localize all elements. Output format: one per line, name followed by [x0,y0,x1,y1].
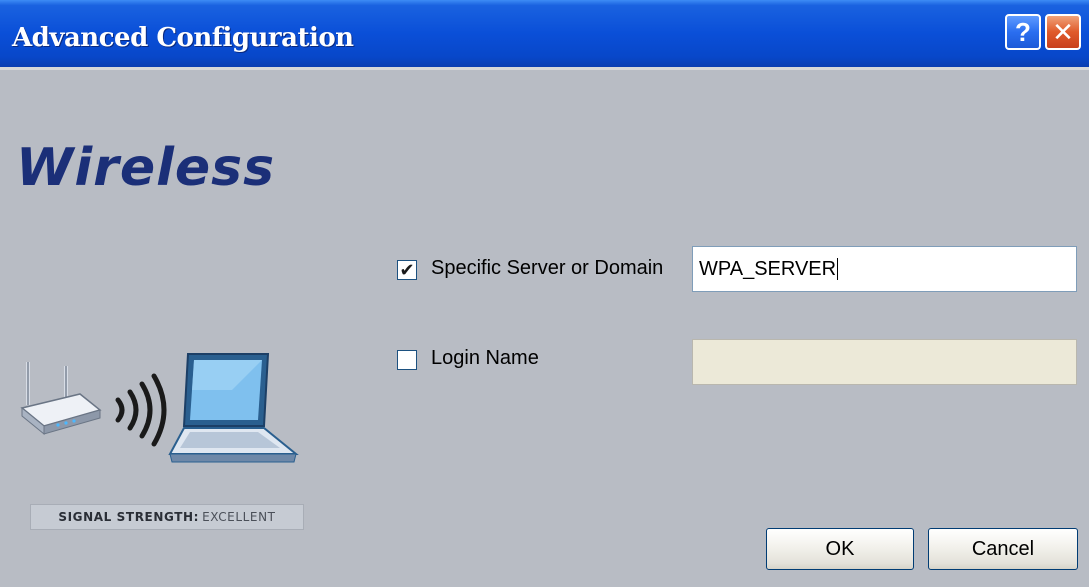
login-name-label: Login Name [431,347,539,369]
checkmark-icon: ✔ [399,260,415,280]
signal-waves-icon [115,373,167,447]
signal-strength-value: EXCELLENT [202,510,276,524]
signal-strength-badge: SIGNAL STRENGTH: EXCELLENT [30,504,304,530]
specific-server-value: WPA_SERVER [699,257,837,280]
window-title: Advanced Configuration [12,23,354,53]
title-bar[interactable]: Advanced Configuration ? ✕ [0,0,1089,70]
specific-server-label: Specific Server or Domain [431,257,664,279]
help-button[interactable]: ? [1005,14,1041,50]
specific-server-checkbox[interactable]: ✔ [397,260,417,280]
specific-server-input[interactable]: WPA_SERVER [692,246,1077,292]
login-name-input[interactable] [692,339,1077,385]
text-caret [837,258,839,280]
cancel-button[interactable]: Cancel [928,528,1078,570]
advanced-configuration-dialog: Advanced Configuration ? ✕ Wireless SIGN… [0,0,1089,587]
help-icon: ? [1015,17,1031,47]
ok-button[interactable]: OK [766,528,914,570]
login-name-checkbox[interactable] [397,350,417,370]
signal-strength-label: SIGNAL STRENGTH: [58,510,200,524]
router-icon [20,362,102,436]
close-icon: ✕ [1052,17,1074,47]
close-button[interactable]: ✕ [1045,14,1081,50]
laptop-icon [168,353,299,463]
